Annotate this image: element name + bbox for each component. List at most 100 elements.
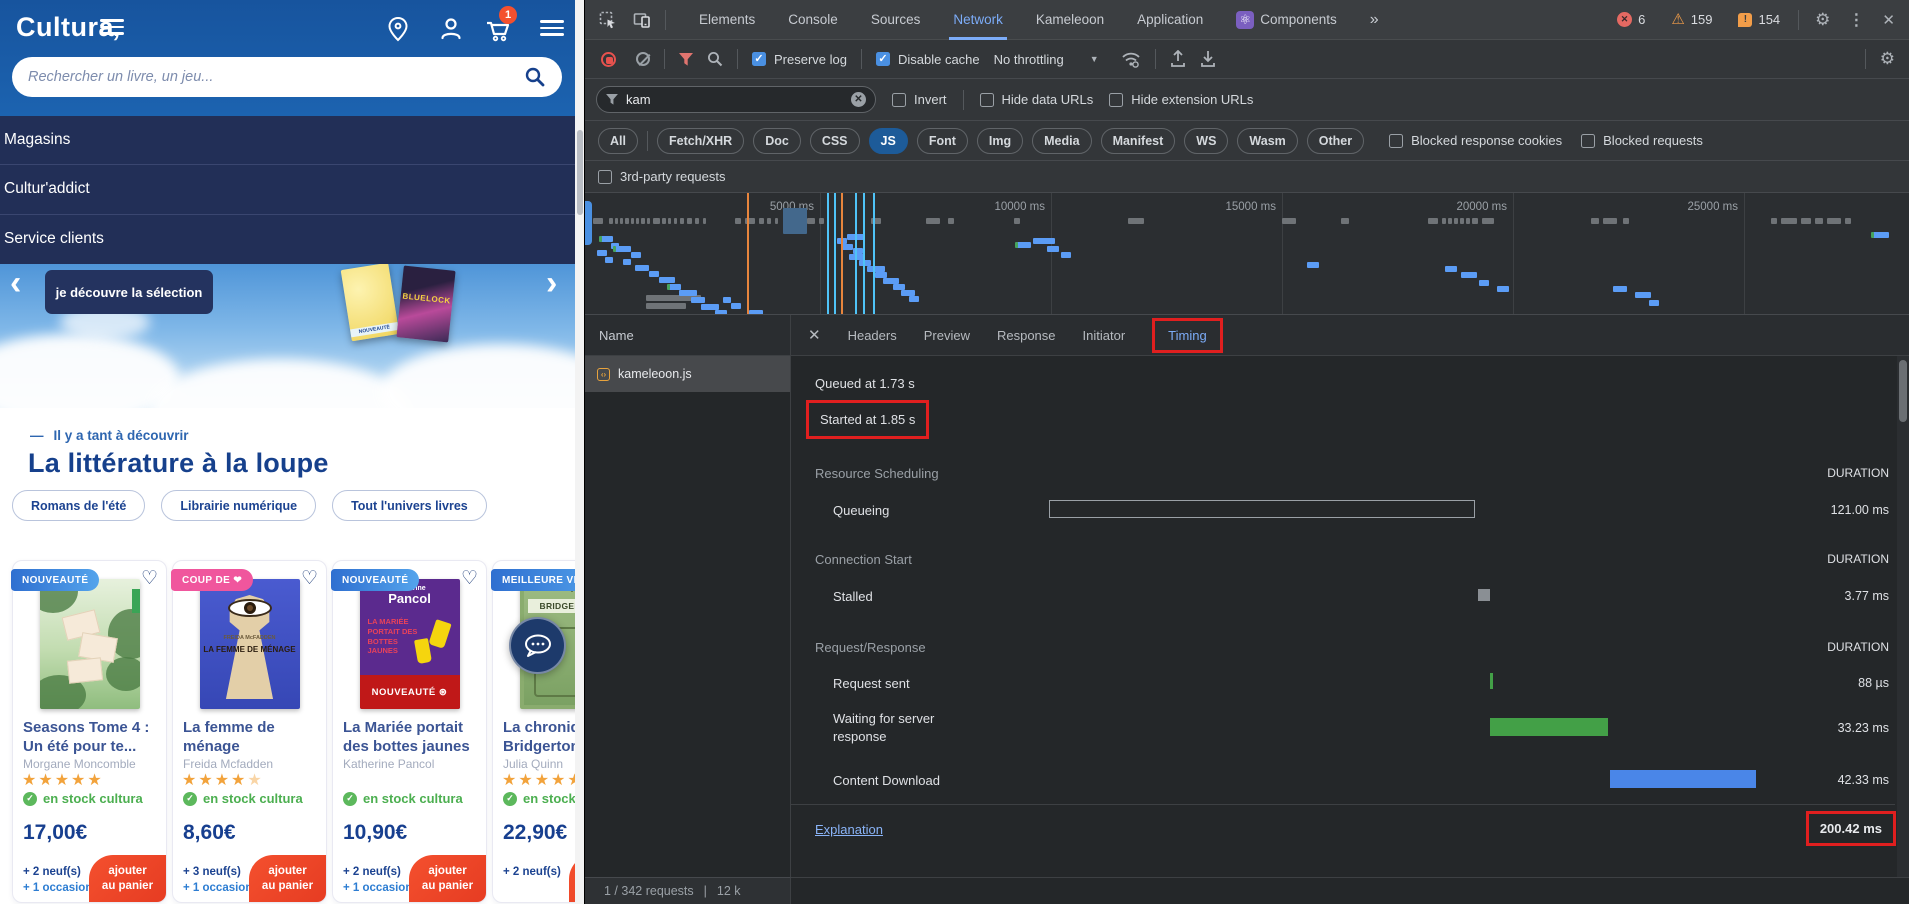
details-scrollbar-thumb[interactable] [1899,360,1907,422]
tab-kameleoon[interactable]: Kameleoon [1036,0,1104,40]
checkbox-unchecked-icon[interactable] [892,93,906,107]
tab-components[interactable]: ⚛Components [1236,0,1337,40]
preserve-log-checkbox[interactable]: ✓ Preserve log [752,52,847,67]
new-copies-link[interactable]: + 2 neuf(s) [23,866,81,878]
detail-tab-initiator[interactable]: Initiator [1083,328,1126,343]
carousel-prev-icon[interactable]: ‹ [10,266,21,300]
page-scrollbar[interactable] [575,0,584,904]
kebab-menu-icon[interactable]: ⋮ [1848,10,1864,30]
blocked-cookies-checkbox[interactable]: Blocked response cookies [1389,133,1562,148]
close-details-icon[interactable]: ✕ [808,326,821,344]
checkbox-unchecked-icon[interactable] [1581,134,1595,148]
store-locator-icon[interactable] [386,16,410,42]
nav-item-culturaddict[interactable]: Cultur'addict [0,165,584,214]
book-cover-image[interactable]: FREIDA McFADDEN LA FEMME DE MÉNAGE [200,579,300,709]
filter-chip-ws[interactable]: WS [1184,128,1228,154]
more-tabs-icon[interactable]: » [1370,0,1379,40]
record-network-log-button[interactable] [601,52,616,67]
nav-item-service-clients[interactable]: Service clients [0,215,584,264]
detail-tab-timing[interactable]: Timing [1168,328,1207,343]
detail-tab-response[interactable]: Response [997,328,1056,343]
explanation-link[interactable]: Explanation [815,822,883,837]
settings-gear-icon[interactable]: ⚙ [1815,10,1830,30]
console-warnings-badge[interactable]: ⚠ 159 [1671,12,1712,27]
filter-chip-font[interactable]: Font [917,128,968,154]
filter-chip-doc[interactable]: Doc [753,128,801,154]
detail-tab-preview[interactable]: Preview [924,328,970,343]
import-har-icon[interactable] [1170,50,1186,68]
checkbox-unchecked-icon[interactable] [1109,93,1123,107]
tab-network[interactable]: Network [953,0,1003,40]
request-row-kameleoon[interactable]: ‹› kameleoon.js [585,356,790,392]
favorite-heart-icon[interactable]: ♡ [461,567,478,590]
checkbox-unchecked-icon[interactable] [1389,134,1403,148]
hero-cta-button[interactable]: je découvre la sélection [45,270,213,314]
add-to-cart-button[interactable]: ajouterau panier [89,855,166,902]
name-column-header[interactable]: Name [585,315,791,356]
new-copies-link[interactable]: + 3 neuf(s) [183,866,241,878]
product-card[interactable]: NOUVEAUTÉ ♡ Seasons Tome 4 : Un été pour… [12,560,167,903]
throttling-dropdown[interactable]: No throttling ▼ [994,52,1099,67]
account-icon[interactable] [438,16,464,42]
chip-univers-livres[interactable]: Tout l'univers livres [332,490,487,521]
network-overview-timeline[interactable]: 5000 ms 10000 ms 15000 ms 20000 ms 25000… [585,193,1909,315]
product-title[interactable]: Seasons Tome 4 : Un été pour te... [23,718,160,756]
filter-chip-img[interactable]: Img [977,128,1023,154]
filter-chip-manifest[interactable]: Manifest [1101,128,1176,154]
issues-badge[interactable]: ! 154 [1738,12,1780,27]
filter-chip-js[interactable]: JS [869,128,908,154]
book-cover-image[interactable] [40,579,140,709]
checkbox-checked-icon[interactable]: ✓ [752,52,766,66]
secondary-hamburger-icon[interactable] [540,20,564,36]
favorite-heart-icon[interactable]: ♡ [301,567,318,590]
product-title[interactable]: La Mariée portait des bottes jaunes [343,718,480,756]
search-icon[interactable] [524,66,546,88]
console-errors-badge[interactable]: ✕ 6 [1617,12,1645,27]
filter-chip-css[interactable]: CSS [810,128,860,154]
invert-checkbox[interactable]: Invert [892,92,947,107]
clear-network-log-icon[interactable] [636,52,650,66]
search-input[interactable]: Rechercher un livre, un jeu... [12,57,562,97]
carousel-next-icon[interactable]: › [546,266,557,300]
new-copies-link[interactable]: + 2 neuf(s) [503,866,561,878]
filter-chip-media[interactable]: Media [1032,128,1091,154]
product-card[interactable]: NOUVEAUTÉ ♡ KatherinePancol LA MARIÉE PO… [332,560,487,903]
filter-chip-all[interactable]: All [598,128,638,154]
network-settings-gear-icon[interactable]: ⚙ [1880,49,1895,69]
add-to-cart-button[interactable]: ajouterau panier [249,855,326,902]
hide-data-urls-checkbox[interactable]: Hide data URLs [980,92,1094,107]
filter-icon[interactable] [679,53,693,66]
filter-chip-other[interactable]: Other [1307,128,1364,154]
book-cover-image[interactable]: KatherinePancol LA MARIÉE PORTAIT DES BO… [360,579,460,709]
clear-filter-icon[interactable]: ✕ [851,92,866,107]
new-copies-link[interactable]: + 2 neuf(s) [343,866,401,878]
disable-cache-checkbox[interactable]: ✓ Disable cache [876,52,980,67]
detail-tab-headers[interactable]: Headers [848,328,897,343]
tab-sources[interactable]: Sources [871,0,921,40]
export-har-icon[interactable] [1200,50,1216,68]
filter-input[interactable]: kam ✕ [596,86,876,113]
chip-romans-ete[interactable]: Romans de l'été [12,490,145,521]
timeline-selection-handle[interactable] [585,201,592,245]
close-devtools-icon[interactable]: ✕ [1882,11,1895,29]
product-card[interactable]: MEILLEURE VENTE JULIA QUINN BRIDGERTON L… [492,560,584,903]
third-party-checkbox[interactable]: 3rd-party requests [598,169,726,184]
checkbox-checked-icon[interactable]: ✓ [876,52,890,66]
device-toolbar-icon[interactable] [633,11,651,29]
tab-elements[interactable]: Elements [699,0,755,40]
product-title[interactable]: La chronique des Bridgerton [503,718,584,756]
filter-chip-fetchxhr[interactable]: Fetch/XHR [657,128,744,154]
add-to-cart-button[interactable]: ajouterau panier [409,855,486,902]
details-scrollbar[interactable] [1897,356,1909,877]
hide-extension-urls-checkbox[interactable]: Hide extension URLs [1109,92,1253,107]
checkbox-unchecked-icon[interactable] [980,93,994,107]
network-conditions-icon[interactable] [1121,51,1141,68]
product-card[interactable]: COUP DE ❤ ♡ FREIDA McFADDEN LA FEMME DE … [172,560,327,903]
tab-console[interactable]: Console [788,0,838,40]
menu-hamburger-icon[interactable] [100,19,124,35]
tab-application[interactable]: Application [1137,0,1203,40]
search-network-icon[interactable] [707,51,723,67]
filter-chip-wasm[interactable]: Wasm [1237,128,1297,154]
chat-widget-button[interactable] [509,617,566,674]
chip-librairie-numerique[interactable]: Librairie numérique [161,490,316,521]
